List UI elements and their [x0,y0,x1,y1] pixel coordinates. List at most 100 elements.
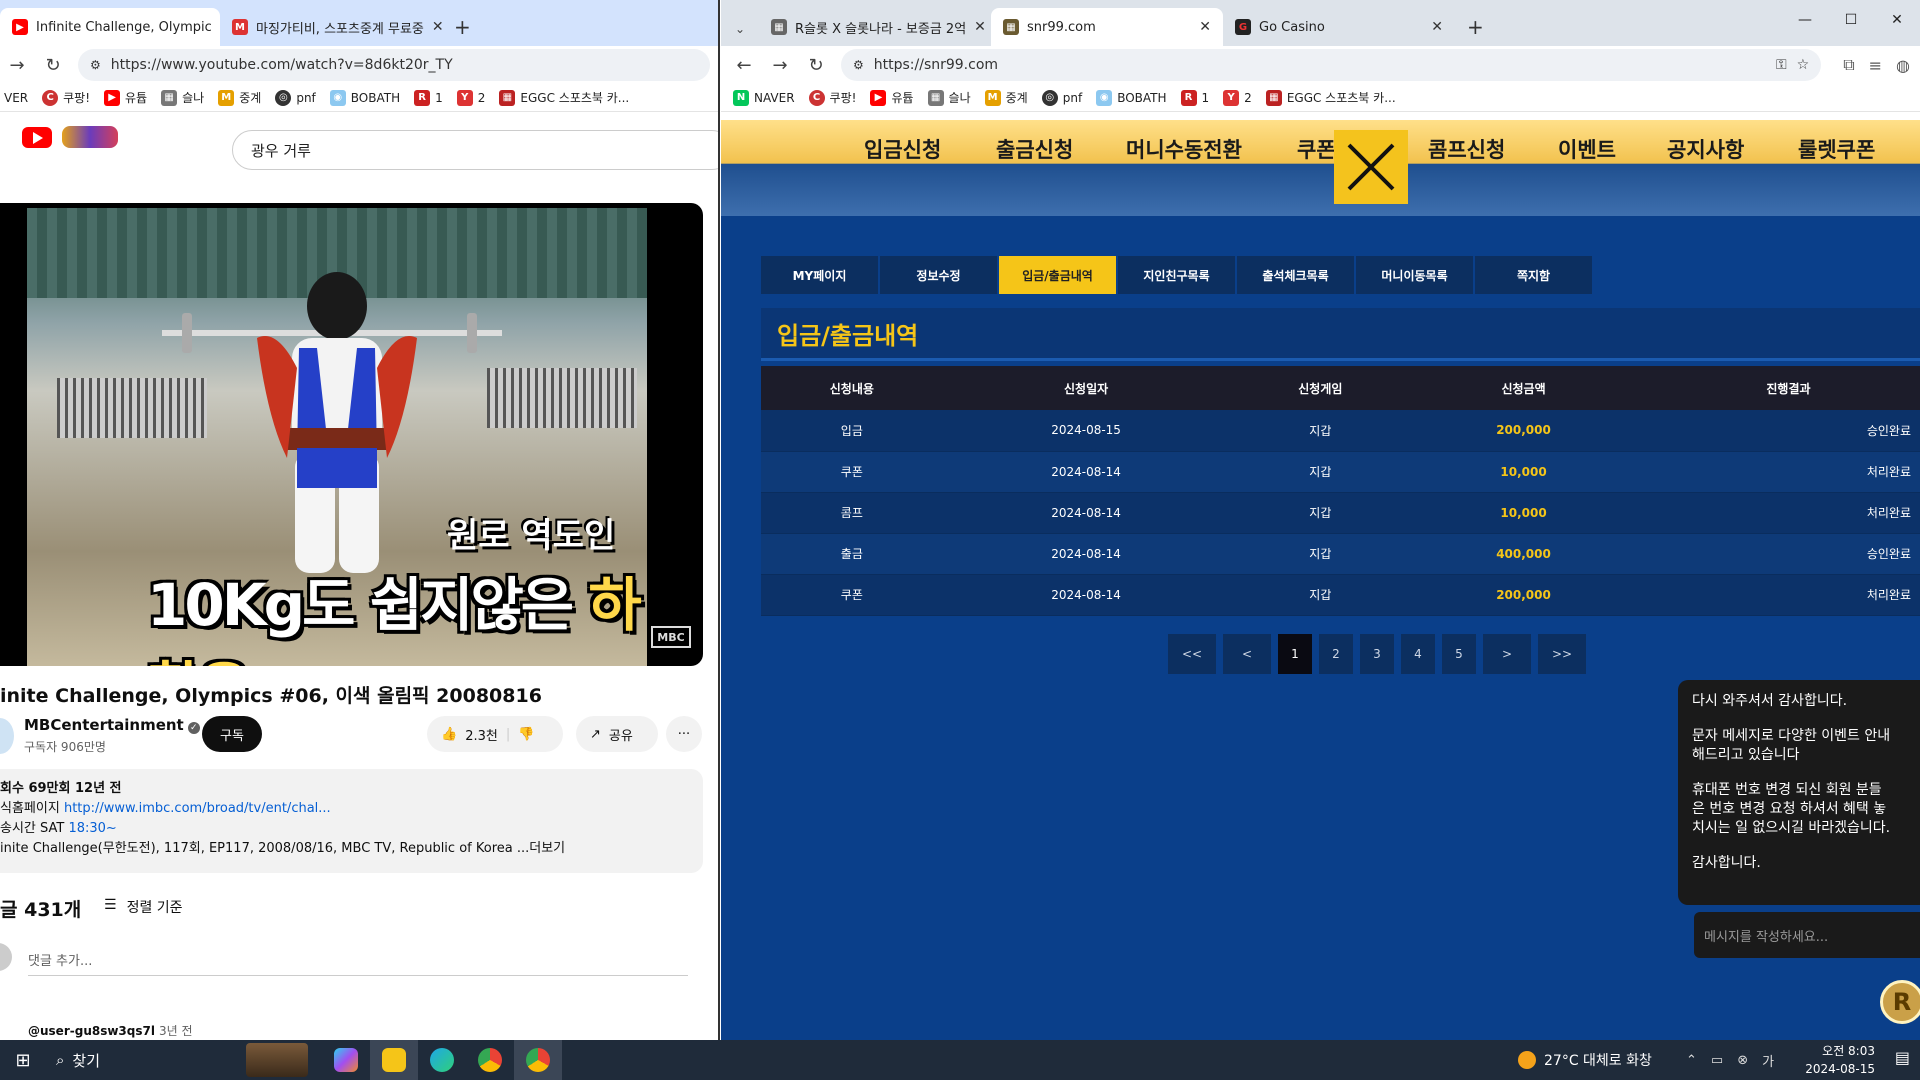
thumbs-down-icon[interactable]: 👎 [518,727,534,742]
notification-icon[interactable]: ▤ [1895,1048,1910,1067]
bookmark-jungye[interactable]: M 중계 [218,89,261,106]
bookmark-y2[interactable]: Y2 [1223,89,1252,106]
reload-icon[interactable]: ↻ [805,55,827,76]
chrome-app-icon-2[interactable] [514,1040,562,1080]
url-field[interactable]: ⚙ https://www.youtube.com/watch?v=8d6kt2… [78,49,710,81]
tab-majinga[interactable]: M 마징가티비, 스포츠중계 무료중 ✕ [220,8,442,46]
menu-event[interactable]: 이벤트 [1558,134,1616,164]
channel-name-row[interactable]: MBCentertainment ✓ [24,716,200,734]
comment-input[interactable]: 댓글 추가... [28,950,688,976]
bookmark-seulna[interactable]: ▦ 슬나 [161,89,204,106]
tab-rslot[interactable]: ▦ R슬롯 X 슬롯나라 - 보증금 2억 ✕ [759,8,991,46]
menu-roulette-coupon[interactable]: 룰렛쿠폰 [1798,134,1875,164]
bookmark-youtube[interactable]: ▶ 유튭 [870,89,914,106]
subnav-money-move[interactable]: 머니이동목록 [1356,256,1473,294]
extensions-icon[interactable]: ⧉ [1843,55,1854,75]
bookmark-seulna[interactable]: ▦ 슬나 [927,89,971,106]
new-tab-button[interactable]: + [1455,8,1496,46]
chrome-app-icon[interactable] [466,1040,514,1080]
page-2[interactable]: 2 [1319,634,1353,674]
clock[interactable]: 오전 8:03 2024-08-15 [1785,1042,1875,1078]
site-corner-logo[interactable]: R [1880,980,1920,1024]
close-tab-icon[interactable]: ✕ [1199,19,1211,35]
subnav-messages[interactable]: 쪽지함 [1475,256,1592,294]
menu-deposit[interactable]: 입금신청 [864,134,941,164]
page-5[interactable]: 5 [1442,634,1476,674]
back-arrow-icon[interactable]: ← [733,55,755,76]
tab-youtube[interactable]: ▶ Infinite Challenge, Olympic 🔊 ✕ [0,8,220,46]
comment-author[interactable]: @user-gu8sw3qs7l 3년 전 [28,1022,193,1039]
network-icon[interactable]: ▭ [1711,1053,1723,1068]
url-field[interactable]: ⚙ https://snr99.com ⚿ ☆ [841,49,1822,81]
maximize-icon[interactable]: ☐ [1828,0,1874,40]
bookmark-bobath[interactable]: ◉ BOBATH [1096,89,1167,106]
subnav-mypage[interactable]: MY페이지 [761,256,878,294]
video-player[interactable]: 원로 역도인 10Kg도 쉽지않은 하찮은 MBC [0,203,703,666]
chat-input[interactable]: 메시지를 작성하세요... ➤ [1694,912,1920,958]
menu-money-convert[interactable]: 머니수동전환 [1126,134,1242,164]
tab-search-chevron-icon[interactable]: ⌄ [729,22,751,36]
video-description[interactable]: 회수 69만회 12년 전 식홈페이지 http://www.imbc.com/… [0,769,703,873]
youtube-logo-icon[interactable] [22,126,52,148]
ime-icon[interactable]: 가 [1762,1051,1774,1070]
close-window-icon[interactable]: ✕ [1874,0,1920,40]
bookmark-youtube[interactable]: ▶ 유튭 [104,89,147,106]
menu-withdraw[interactable]: 출금신청 [996,134,1073,164]
bookmark-eggc[interactable]: ▦ EGGC 스포츠북 카... [1265,89,1396,106]
tab-snr99[interactable]: ▦ snr99.com ✕ [991,8,1223,46]
bookmark-pnf[interactable]: ◎ pnf [275,89,316,106]
more-actions-button[interactable]: ··· [666,716,702,752]
menu-coupon[interactable]: 쿠폰 [1297,134,1336,164]
close-tab-icon[interactable]: ✕ [974,19,986,35]
page-3[interactable]: 3 [1360,634,1394,674]
site-info-icon[interactable]: ⚙ [853,58,864,72]
page-4[interactable]: 4 [1401,634,1435,674]
bookmark-naver[interactable]: N NAVER [733,89,795,106]
page-next[interactable]: > [1483,634,1531,674]
page-1[interactable]: 1 [1278,634,1312,674]
subnav-transactions[interactable]: 입금/출금내역 [999,256,1116,294]
close-tab-icon[interactable]: ✕ [1431,19,1443,35]
bookmark-pnf[interactable]: ◎ pnf [1041,89,1082,106]
tray-chevron-icon[interactable]: ⌃ [1686,1053,1697,1068]
edge-app-icon[interactable] [418,1040,466,1080]
profile-avatar-icon[interactable]: ◍ [1896,56,1910,75]
windows-start-icon[interactable]: ⊞ [0,1050,46,1071]
bookmark-r1[interactable]: R1 [1180,89,1209,106]
page-last[interactable]: >> [1538,634,1586,674]
like-button[interactable]: 👍 2.3천 | 👎 [427,716,563,752]
youtube-search-input[interactable]: 광우 거루 [232,130,718,170]
forward-arrow-icon[interactable]: → [6,55,28,76]
sticky-notes-app-icon[interactable] [370,1040,418,1080]
desc-air-time[interactable]: 18:30~ [68,821,116,836]
weather-widget[interactable]: 27°C 대체로 화창 [1518,1040,1652,1080]
bookmark-y2[interactable]: Y2 [456,89,485,106]
menu-notice[interactable]: 공지사항 [1667,134,1744,164]
minimize-icon[interactable]: — [1782,0,1828,40]
channel-avatar[interactable] [0,718,14,754]
page-first[interactable]: << [1168,634,1216,674]
site-info-icon[interactable]: ⚙ [90,58,101,72]
share-button[interactable]: ↗ 공유 [576,716,658,752]
search-highlight-image[interactable] [246,1043,308,1077]
bookmark-ver[interactable]: VER [4,91,28,105]
subnav-friends[interactable]: 지인친구목록 [1118,256,1235,294]
bookmark-coupang[interactable]: C 쿠팡! [808,89,856,106]
bookmark-r1[interactable]: R1 [414,89,443,106]
new-tab-button[interactable]: + [442,8,483,46]
desc-home-link[interactable]: http://www.imbc.com/broad/tv/ent/chal... [64,801,331,816]
menu-comp[interactable]: 콤프신청 [1428,134,1505,164]
subscribe-button[interactable]: 구독 [202,716,262,752]
sort-button[interactable]: ☰ 정렬 기준 [104,897,183,917]
forward-arrow-icon[interactable]: → [769,55,791,76]
bookmark-bobath[interactable]: ◉ BOBATH [329,89,400,106]
bookmark-coupang[interactable]: C 쿠팡! [42,89,90,106]
close-tab-icon[interactable]: ✕ [432,19,442,35]
reload-icon[interactable]: ↻ [42,55,64,76]
taskbar-search[interactable]: ⌕ 찾기 [56,1050,246,1071]
tab-go-casino[interactable]: G Go Casino ✕ [1223,8,1455,46]
bookmark-jungye[interactable]: M 중계 [984,89,1028,106]
close-menu-button[interactable] [1334,130,1408,204]
password-key-icon[interactable]: ⚿ [1776,57,1787,73]
media-control-icon[interactable]: ≡ [1869,56,1882,75]
